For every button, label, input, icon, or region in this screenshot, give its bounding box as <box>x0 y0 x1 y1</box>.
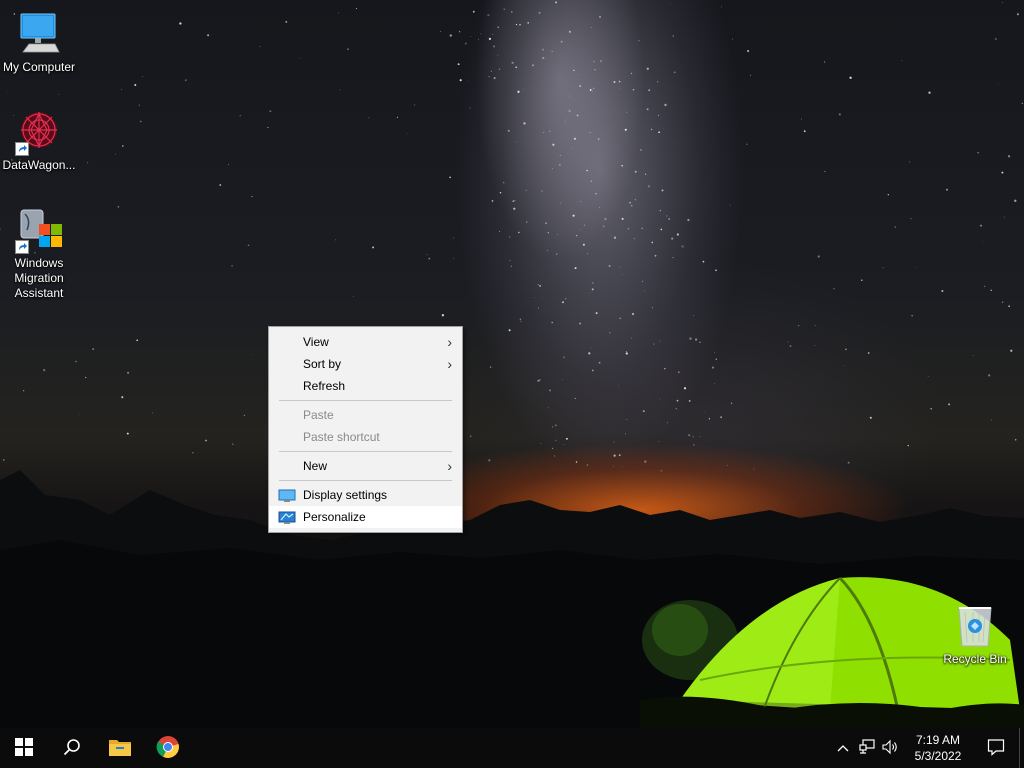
menu-item-label: Sort by <box>303 357 342 371</box>
clock-date: 5/3/2022 <box>914 749 962 763</box>
migration-assistant-icon <box>15 206 63 254</box>
menu-item-view[interactable]: View › <box>269 331 462 353</box>
show-desktop-button[interactable] <box>1019 728 1024 768</box>
menu-separator <box>279 480 452 481</box>
volume-icon <box>882 739 900 758</box>
shortcut-arrow-icon <box>15 142 29 156</box>
menu-separator <box>279 451 452 452</box>
network-button[interactable] <box>855 728 879 768</box>
menu-item-personalize[interactable]: Personalize <box>269 506 462 528</box>
menu-item-label: Refresh <box>303 379 346 393</box>
notification-icon <box>987 738 1005 759</box>
menu-item-refresh[interactable]: Refresh <box>269 375 462 397</box>
taskbar: 7:19 AM 5/3/2022 <box>0 728 1024 768</box>
taskbar-clock[interactable]: 7:19 AM 5/3/2022 <box>903 728 973 768</box>
clock-time: 7:19 AM <box>915 733 961 747</box>
desktop-context-menu: View › Sort by › Refresh Paste Paste sho… <box>268 326 463 533</box>
chrome-button[interactable] <box>144 728 192 768</box>
monitor-icon <box>15 10 63 58</box>
start-button[interactable] <box>0 728 48 768</box>
desktop-icon-label: DataWagon... <box>2 158 76 172</box>
recycle-bin-icon <box>951 602 999 650</box>
desktop-icon-my-computer[interactable]: My Computer <box>0 10 78 75</box>
windows-logo-icon <box>15 737 33 759</box>
shortcut-arrow-icon <box>15 240 29 254</box>
network-icon <box>859 738 875 758</box>
volume-button[interactable] <box>879 728 903 768</box>
file-explorer-button[interactable] <box>96 728 144 768</box>
menu-item-label: New <box>303 459 328 473</box>
search-icon <box>63 738 81 759</box>
desktop-icon-windows-migration-assistant[interactable]: Windows Migration Assistant <box>0 206 78 301</box>
menu-item-new[interactable]: New › <box>269 455 462 477</box>
starfield <box>0 1 1023 472</box>
menu-item-label: Paste <box>303 408 334 422</box>
folder-icon <box>108 737 132 760</box>
desktop-icon-label: Windows Migration Assistant <box>14 256 64 300</box>
menu-item-label: View <box>303 335 329 349</box>
system-tray: 7:19 AM 5/3/2022 <box>831 728 1024 768</box>
desktop-icon-recycle-bin[interactable]: Recycle Bin <box>936 602 1014 667</box>
menu-item-paste: Paste <box>269 404 462 426</box>
datawagon-icon <box>15 108 63 156</box>
menu-item-sort-by[interactable]: Sort by › <box>269 353 462 375</box>
menu-separator <box>279 400 452 401</box>
show-hidden-icons-button[interactable] <box>831 728 855 768</box>
menu-item-paste-shortcut: Paste shortcut <box>269 426 462 448</box>
chevron-up-icon <box>837 741 849 755</box>
desktop-icon-datawagon[interactable]: DataWagon... <box>0 108 78 173</box>
action-center-button[interactable] <box>973 728 1019 768</box>
menu-item-label: Display settings <box>303 488 388 502</box>
menu-item-display-settings[interactable]: Display settings <box>269 484 462 506</box>
desktop-icon-label: My Computer <box>2 60 76 74</box>
chevron-right-icon: › <box>447 334 452 350</box>
desktop-icon-label: Recycle Bin <box>943 652 1007 666</box>
desktop-wallpaper[interactable] <box>0 0 1024 728</box>
chevron-right-icon: › <box>447 356 452 372</box>
search-button[interactable] <box>48 728 96 768</box>
menu-item-label: Paste shortcut <box>303 430 380 444</box>
chrome-icon <box>156 735 180 762</box>
personalize-icon <box>278 510 296 532</box>
chevron-right-icon: › <box>447 458 452 474</box>
menu-item-label: Personalize <box>303 510 366 524</box>
